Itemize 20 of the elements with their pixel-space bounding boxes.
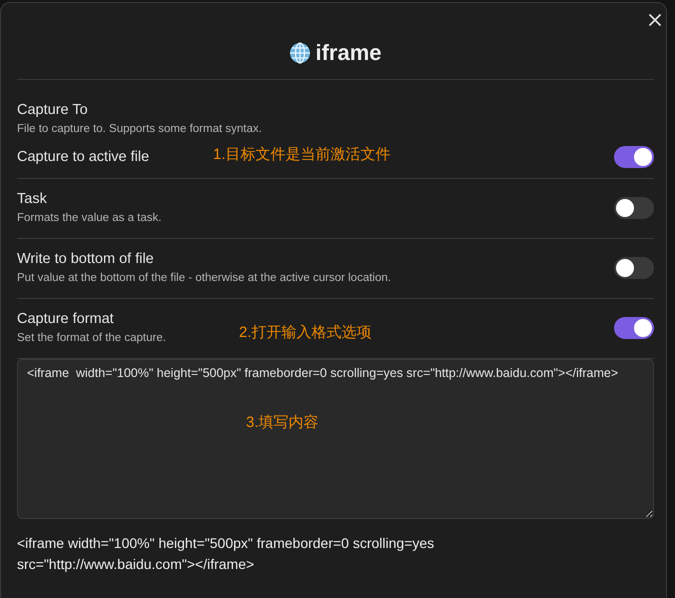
close-icon[interactable]: [649, 14, 661, 26]
toggle-switch[interactable]: [614, 317, 654, 339]
toggle-switch[interactable]: [614, 257, 654, 279]
annotation-text: 2.打开输入格式选项: [239, 323, 372, 342]
setting-description: Formats the value as a task.: [17, 211, 162, 226]
annotation-text: 3.填写内容: [246, 413, 319, 432]
format-preview: <iframe width="100%" height="500px" frameborder=0 scrolling=yes src="http://www.baidu.com"></iframe>: [17, 534, 436, 574]
setting-description: Put value at the bottom of the file - otherwise at the active cursor location.: [17, 271, 391, 286]
setting-name: Task: [17, 190, 48, 209]
setting-name: Capture format: [17, 310, 115, 329]
setting-name: Write to bottom of file: [17, 250, 155, 269]
setting-description: Set the format of the capture.: [17, 331, 166, 346]
setting-name: Capture to active file: [17, 149, 150, 165]
globe-icon: [289, 42, 312, 64]
toggle-switch[interactable]: [614, 146, 654, 168]
setting-description: File to capture to. Supports some format syntax.: [17, 122, 262, 137]
toggle-switch[interactable]: [614, 197, 654, 219]
annotation-text: 1.目标文件是当前激活文件: [213, 145, 391, 164]
dialog-title: iframe: [315, 40, 382, 66]
setting-name: Capture To: [17, 101, 89, 120]
